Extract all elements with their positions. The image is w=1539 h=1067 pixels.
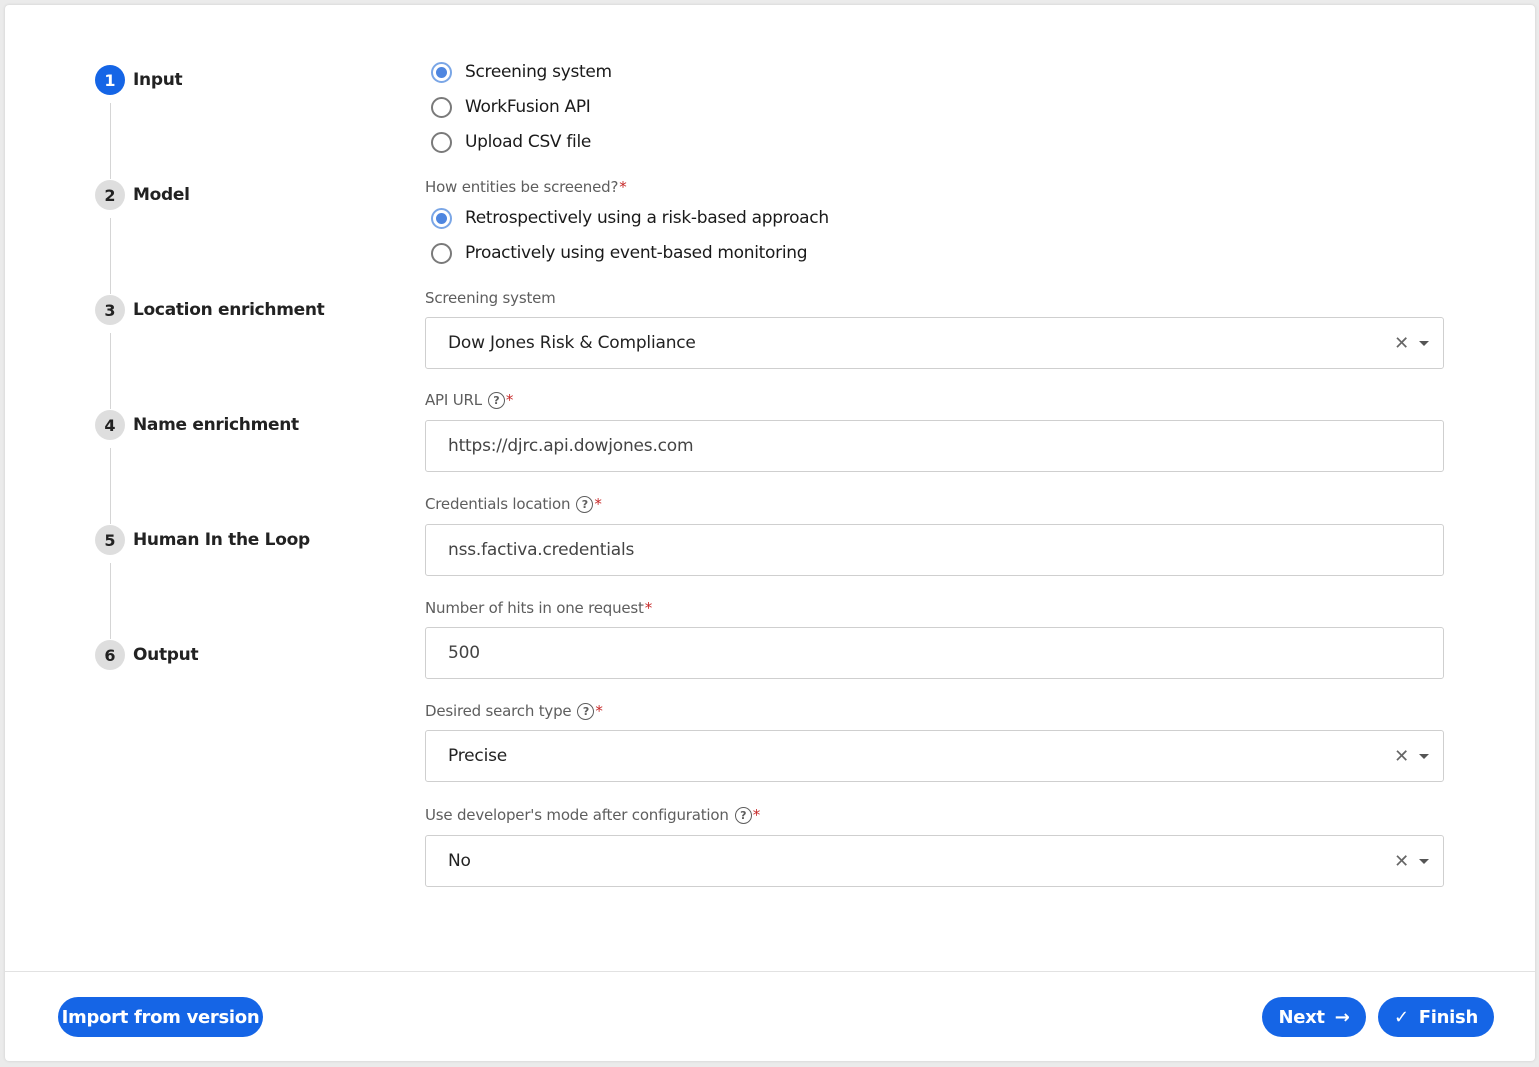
radio-retrospective[interactable]: Retrospectively using a risk-based appro…: [431, 205, 829, 231]
help-circle-icon[interactable]: ?: [577, 702, 595, 720]
arrow-right-icon: →: [1334, 1006, 1350, 1028]
radio-screening-system[interactable]: Screening system: [431, 59, 612, 85]
step-model[interactable]: 2 Model: [95, 180, 190, 210]
select-value: Dow Jones Risk & Compliance: [448, 333, 696, 353]
step-number: 1: [95, 65, 125, 95]
step-location-enrichment[interactable]: 3 Location enrichment: [95, 295, 325, 325]
import-from-version-button[interactable]: Import from version: [58, 997, 263, 1037]
developer-mode-label: Use developer's mode after configuration…: [425, 806, 760, 824]
button-label: Finish: [1418, 1006, 1478, 1028]
step-connector: [110, 218, 111, 294]
wizard-card: 1 Input 2 Model 3 Location enrichment 4 …: [5, 5, 1535, 1061]
next-button[interactable]: Next →: [1262, 997, 1366, 1037]
step-number: 3: [95, 295, 125, 325]
select-value: No: [448, 851, 471, 871]
caret-down-icon[interactable]: [1419, 858, 1429, 864]
step-number: 6: [95, 640, 125, 670]
step-number: 5: [95, 525, 125, 555]
required-mark: *: [594, 495, 602, 513]
search-type-select[interactable]: Precise ✕: [425, 730, 1444, 782]
close-icon[interactable]: ✕: [1394, 851, 1409, 872]
developer-mode-select[interactable]: No ✕: [425, 835, 1444, 887]
step-label: Input: [133, 70, 183, 90]
screening-mode-label: How entities be screened? *: [425, 178, 627, 196]
radio-unchecked-icon[interactable]: [431, 131, 452, 153]
step-number: 4: [95, 410, 125, 440]
step-output[interactable]: 6 Output: [95, 640, 199, 670]
radio-label: Proactively using event-based monitoring: [465, 243, 808, 263]
credentials-location-label: Credentials location ? *: [425, 495, 602, 513]
help-circle-icon[interactable]: ?: [487, 391, 505, 409]
label-text: How entities be screened?: [425, 178, 619, 196]
input-value: 500: [448, 643, 480, 663]
api-url-input[interactable]: https://djrc.api.dowjones.com: [425, 420, 1444, 472]
caret-down-icon[interactable]: [1419, 753, 1429, 759]
label-text: API URL: [425, 391, 482, 409]
radio-upload-csv[interactable]: Upload CSV file: [431, 129, 591, 155]
radio-label: Screening system: [465, 62, 612, 82]
step-name-enrichment[interactable]: 4 Name enrichment: [95, 410, 299, 440]
button-label: Import from version: [61, 1006, 260, 1028]
step-label: Output: [133, 645, 199, 665]
help-circle-icon[interactable]: ?: [576, 495, 594, 513]
radio-proactive[interactable]: Proactively using event-based monitoring: [431, 240, 808, 266]
radio-label: WorkFusion API: [465, 97, 591, 117]
label-text: Desired search type: [425, 702, 572, 720]
step-label: Location enrichment: [133, 300, 325, 320]
step-label: Model: [133, 185, 190, 205]
hits-per-request-input[interactable]: 500: [425, 627, 1444, 679]
radio-unchecked-icon[interactable]: [431, 242, 452, 264]
select-value: Precise: [448, 746, 508, 766]
radio-unchecked-icon[interactable]: [431, 96, 452, 118]
finish-button[interactable]: ✓ Finish: [1378, 997, 1494, 1037]
search-type-label: Desired search type ? *: [425, 702, 603, 720]
footer-divider: [5, 971, 1535, 972]
step-connector: [110, 333, 111, 409]
caret-down-icon[interactable]: [1419, 340, 1429, 346]
help-circle-icon[interactable]: ?: [734, 806, 752, 824]
step-label: Human In the Loop: [133, 530, 310, 550]
label-text: Use developer's mode after configuration: [425, 806, 729, 824]
radio-workfusion-api[interactable]: WorkFusion API: [431, 94, 591, 120]
radio-checked-icon[interactable]: [431, 207, 452, 229]
step-label: Name enrichment: [133, 415, 299, 435]
button-label: Next: [1278, 1006, 1325, 1028]
step-connector: [110, 448, 111, 524]
screening-system-select[interactable]: Dow Jones Risk & Compliance ✕: [425, 317, 1444, 369]
required-mark: *: [752, 806, 761, 824]
check-icon: ✓: [1394, 1006, 1409, 1028]
required-mark: *: [595, 702, 603, 720]
step-connector: [110, 103, 111, 179]
step-input[interactable]: 1 Input: [95, 65, 183, 95]
input-value: https://djrc.api.dowjones.com: [448, 436, 694, 456]
api-url-label: API URL ? *: [425, 391, 513, 409]
hits-per-request-label: Number of hits in one request *: [425, 599, 652, 617]
step-connector: [110, 563, 111, 639]
radio-label: Upload CSV file: [465, 132, 592, 152]
label-text: Screening system: [425, 289, 556, 307]
screening-system-label: Screening system: [425, 289, 556, 307]
radio-checked-icon[interactable]: [431, 61, 452, 83]
required-mark: *: [619, 178, 627, 196]
label-text: Credentials location: [425, 495, 571, 513]
step-number: 2: [95, 180, 125, 210]
close-icon[interactable]: ✕: [1394, 746, 1409, 767]
label-text: Number of hits in one request: [425, 599, 644, 617]
radio-label: Retrospectively using a risk-based appro…: [465, 208, 829, 228]
close-icon[interactable]: ✕: [1394, 333, 1409, 354]
required-mark: *: [505, 391, 514, 409]
step-human-in-the-loop[interactable]: 5 Human In the Loop: [95, 525, 310, 555]
required-mark: *: [644, 599, 653, 617]
input-value: nss.factiva.credentials: [448, 540, 635, 560]
credentials-location-input[interactable]: nss.factiva.credentials: [425, 524, 1444, 576]
